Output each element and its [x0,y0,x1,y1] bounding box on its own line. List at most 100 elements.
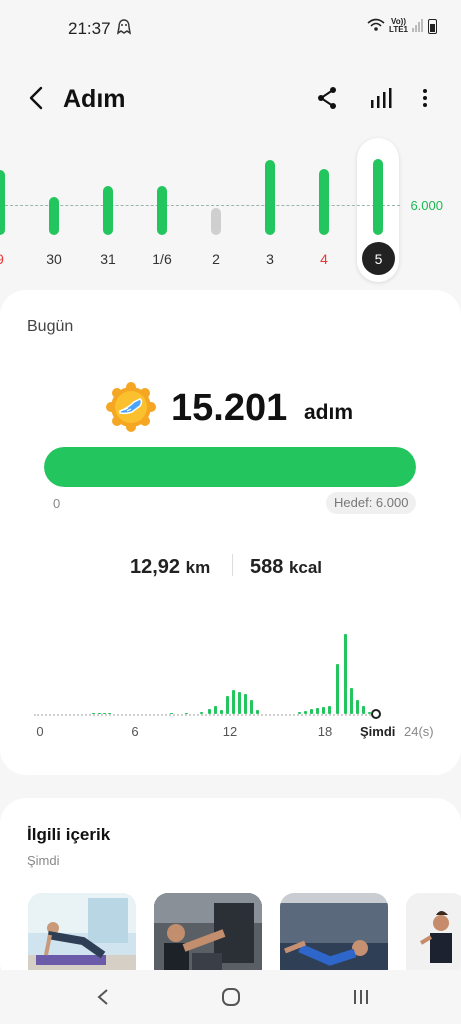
signal-icon [412,18,424,34]
hourly-bar [344,634,347,714]
calories-metric: 588 kcal [250,556,322,579]
hourly-bar [368,712,371,714]
chevron-left-icon [29,86,43,110]
trends-button[interactable] [366,83,396,113]
day-label-30[interactable]: 30 [34,251,74,267]
distance-metric: 12,92 km [130,556,210,579]
hourly-bar [232,690,235,714]
back-button[interactable] [20,82,52,114]
day-bar-30[interactable] [49,196,59,235]
more-dot [423,89,427,93]
hourly-bar [92,713,95,714]
day-bar-2[interactable] [211,207,221,235]
day-bar-1-6[interactable] [157,186,167,235]
goal-line-label: 6.000 [410,198,443,213]
app-bar: Adım [0,72,461,126]
wifi-icon [367,18,385,34]
day-bar-31[interactable] [103,186,113,235]
hourly-bar [244,694,247,714]
hourly-bar [356,700,359,714]
hourly-bar [316,708,319,714]
today-card: Bugün 15.201 adım 0 Hedef: 6.000 12,92 k… [0,290,461,775]
hourly-bar [304,711,307,714]
steps-progress-bar [44,447,416,487]
hourly-bar [328,706,331,714]
steps-count: 15.201 [171,387,288,429]
metric-divider [232,554,233,576]
hourly-bar [362,706,365,714]
now-marker [371,709,381,719]
nav-home-button[interactable] [218,984,244,1010]
share-icon [318,87,336,109]
weekly-steps-chart: 6.000 9 30 31 1/6 234 5 [0,138,461,283]
day-bar-3[interactable] [265,160,275,235]
calories-unit: kcal [288,558,323,577]
more-options-button[interactable] [410,83,440,113]
steps-unit: adım [304,401,354,424]
hourly-bar [226,696,229,714]
hourly-bar [238,692,241,714]
hourly-bar [298,712,301,714]
more-dot [423,103,427,107]
hourly-steps-chart: 0 6 12 18 Şimdi 24(s) [0,620,461,750]
battery-icon [428,18,437,34]
nav-back-button[interactable] [90,984,116,1010]
hourly-bar [322,707,325,714]
notification-ghost-icon [116,19,132,38]
system-nav-bar [0,970,461,1024]
hour-label-18: 18 [317,724,333,739]
nav-recents-icon [354,990,368,1004]
status-bar: 21:37 Vo)) LTE1 [0,0,461,56]
hourly-bar [98,713,101,714]
hourly-baseline [34,714,374,716]
hourly-bar [336,664,339,714]
hourly-bar [185,713,188,714]
status-time: 21:37 [68,19,111,38]
hour-label-0: 0 [36,724,44,739]
goal-chip[interactable]: Hedef: 6.000 [326,492,417,514]
day-bar-5[interactable] [373,158,383,235]
end-hour-label: 24(s) [404,724,434,739]
related-title: İlgili içerik [27,825,111,844]
today-label: Bugün [27,318,74,335]
day-label-1-6[interactable]: 1/6 [142,251,182,267]
share-button[interactable] [312,83,342,113]
day-label-4[interactable]: 4 [304,251,344,267]
distance-value: 12,92 [130,556,181,578]
nav-recents-button[interactable] [348,984,374,1010]
related-subtitle: Şimdi [27,853,60,868]
hourly-bar [208,709,211,714]
day-label-31[interactable]: 31 [88,251,128,267]
day-label-3[interactable]: 3 [250,251,290,267]
goal-line [0,205,400,206]
progress-min-label: 0 [53,496,61,511]
distance-unit: km [185,558,211,577]
nav-home-icon [222,988,240,1006]
lte-text: LTE1 [389,25,408,34]
hourly-bar [200,712,203,714]
day-label-2[interactable]: 2 [196,251,236,267]
steps-progress-fill [44,447,416,487]
nav-back-icon [97,989,108,1005]
hourly-bar [214,706,217,714]
now-label: Şimdi [360,724,396,739]
status-icons: Vo)) LTE1 [367,18,437,34]
selected-day-label[interactable]: 5 [362,242,395,275]
hourly-bar [310,709,313,714]
hourly-bar [250,700,253,714]
hourly-bar [256,710,259,714]
more-dot [423,96,427,100]
hourly-bar [220,710,223,714]
related-content-card: İlgili içerik Şimdi [0,798,461,988]
day-label-9[interactable]: 9 [0,251,20,267]
page-title: Adım [63,85,126,113]
bar-chart-icon [371,88,392,108]
day-bar-9[interactable] [0,170,5,235]
hourly-bar [103,713,106,714]
calories-value: 588 [250,556,284,578]
day-bar-4[interactable] [319,168,329,235]
lte-indicator: Vo)) LTE1 [389,18,408,34]
hourly-bar [350,688,353,714]
hourly-bar [170,713,173,714]
hourly-bar [108,713,111,714]
